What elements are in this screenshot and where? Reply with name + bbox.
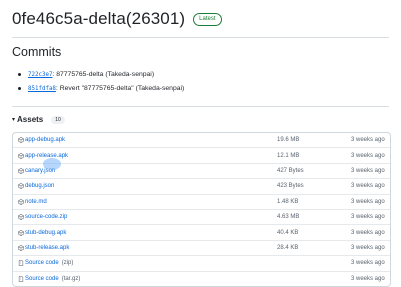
package-icon [18, 152, 24, 159]
asset-link[interactable]: note.md [18, 199, 47, 205]
cursor-highlight [43, 158, 61, 170]
asset-row: app-release.apk 12.1 MB 3 weeks ago [13, 147, 390, 162]
asset-date: 3 weeks ago [351, 152, 385, 159]
commits-heading: Commits [12, 45, 62, 59]
caret-down-icon: ▾ [12, 117, 16, 123]
package-icon [18, 244, 24, 251]
asset-name: app-release.apk [25, 152, 69, 159]
asset-size: 40.4 KB [277, 229, 299, 236]
asset-row: app-debug.apk 19.6 MB 3 weeks ago [13, 133, 390, 147]
commit-item: 722c3e7: 87775765-delta (Takeda-senpai) [17, 70, 184, 84]
asset-date: 3 weeks ago [351, 137, 385, 144]
asset-link[interactable]: stub-release.apk [18, 245, 69, 251]
latest-badge: Latest [193, 12, 222, 26]
asset-row: stub-debug.apk 40.4 KB 3 weeks ago [13, 224, 390, 239]
assets-table: app-debug.apk 19.6 MB 3 weeks ago app-re… [12, 132, 391, 287]
asset-row: debug.json 423 Bytes 3 weeks ago [13, 178, 390, 193]
commits-divider [12, 106, 389, 107]
package-icon [18, 214, 24, 221]
asset-name: debug.json [25, 183, 55, 190]
release-title: 0fe46c5a-delta(26301) [12, 9, 186, 28]
asset-size: 28.4 KB [277, 244, 299, 251]
asset-row: stub-release.apk 28.4 KB 3 weeks ago [13, 239, 390, 255]
asset-date: 3 weeks ago [351, 167, 385, 174]
commit-sha-link[interactable]: 851fdfa8 [28, 86, 56, 92]
asset-date: 3 weeks ago [351, 183, 385, 190]
commits-list: 722c3e7: 87775765-delta (Takeda-senpai) … [17, 70, 185, 98]
package-icon [18, 229, 24, 236]
file-zip-icon [18, 260, 24, 267]
commit-message: : Revert "87775765-delta" (Takeda-senpai… [55, 85, 185, 92]
asset-row: note.md 1.48 KB 3 weeks ago [13, 193, 390, 209]
commit-item: 851fdfa8: Revert "87775765-delta" (Taked… [17, 84, 185, 98]
assets-heading: Assets [17, 115, 44, 124]
asset-size: 427 Bytes [277, 167, 304, 174]
asset-name: stub-release.apk [25, 244, 70, 251]
package-icon [18, 137, 24, 144]
asset-size: 423 Bytes [277, 183, 304, 190]
asset-date: 3 weeks ago [351, 214, 385, 221]
asset-name: app-debug.apk [25, 137, 66, 144]
asset-name: stub-debug.apk [25, 229, 67, 236]
asset-name: Source code [25, 260, 59, 267]
asset-link[interactable]: app-debug.apk [18, 137, 65, 143]
package-icon [18, 183, 24, 190]
asset-row: source-code.zip 4.63 MB 3 weeks ago [13, 208, 390, 224]
assets-count-badge: 10 [51, 115, 65, 124]
commit-message: : 87775765-delta (Takeda-senpai) [52, 71, 155, 78]
asset-row: canary.json 427 Bytes 3 weeks ago [13, 162, 390, 178]
asset-size: 12.1 MB [277, 152, 300, 159]
commit-sha-link[interactable]: 722c3e7 [28, 72, 52, 78]
asset-date: 3 weeks ago [351, 229, 385, 236]
asset-name: source-code.zip [25, 214, 68, 221]
asset-date: 3 weeks ago [351, 198, 385, 205]
asset-format-note: (zip) [61, 260, 74, 267]
package-icon [18, 198, 24, 205]
assets-toggle[interactable]: ▾ Assets 10 [12, 115, 65, 124]
header-divider [12, 37, 389, 38]
asset-size: 19.6 MB [277, 137, 300, 144]
release-header: 0fe46c5a-delta(26301) Latest [12, 9, 222, 29]
asset-date: 3 weeks ago [351, 260, 385, 267]
asset-date: 3 weeks ago [351, 244, 385, 251]
package-icon [18, 168, 24, 174]
asset-link[interactable]: source-code.zip [18, 214, 67, 220]
asset-size: 4.63 MB [277, 214, 300, 221]
asset-link[interactable]: stub-debug.apk [18, 230, 66, 236]
asset-row: Source code (tar.gz) 3 weeks ago [13, 270, 390, 286]
asset-name: note.md [25, 198, 47, 205]
asset-link[interactable]: debug.json [18, 183, 54, 189]
asset-row: Source code (zip) 3 weeks ago [13, 255, 390, 270]
asset-link[interactable]: app-release.apk [18, 153, 68, 159]
asset-link[interactable]: Source code (zip) [18, 260, 73, 266]
asset-size: 1.48 KB [277, 198, 299, 205]
